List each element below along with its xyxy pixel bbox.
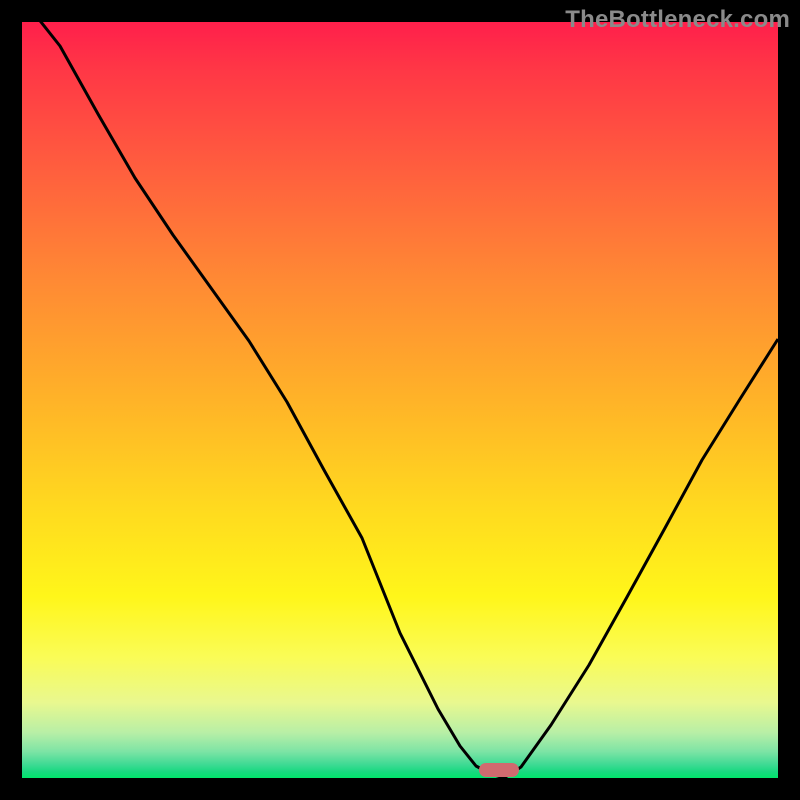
optimal-marker xyxy=(479,763,519,777)
watermark-text: TheBottleneck.com xyxy=(565,6,790,34)
bottleneck-curve xyxy=(22,22,778,778)
chart-plot-area xyxy=(22,22,778,778)
curve-path xyxy=(22,22,778,778)
chart-frame: TheBottleneck.com xyxy=(0,0,800,800)
